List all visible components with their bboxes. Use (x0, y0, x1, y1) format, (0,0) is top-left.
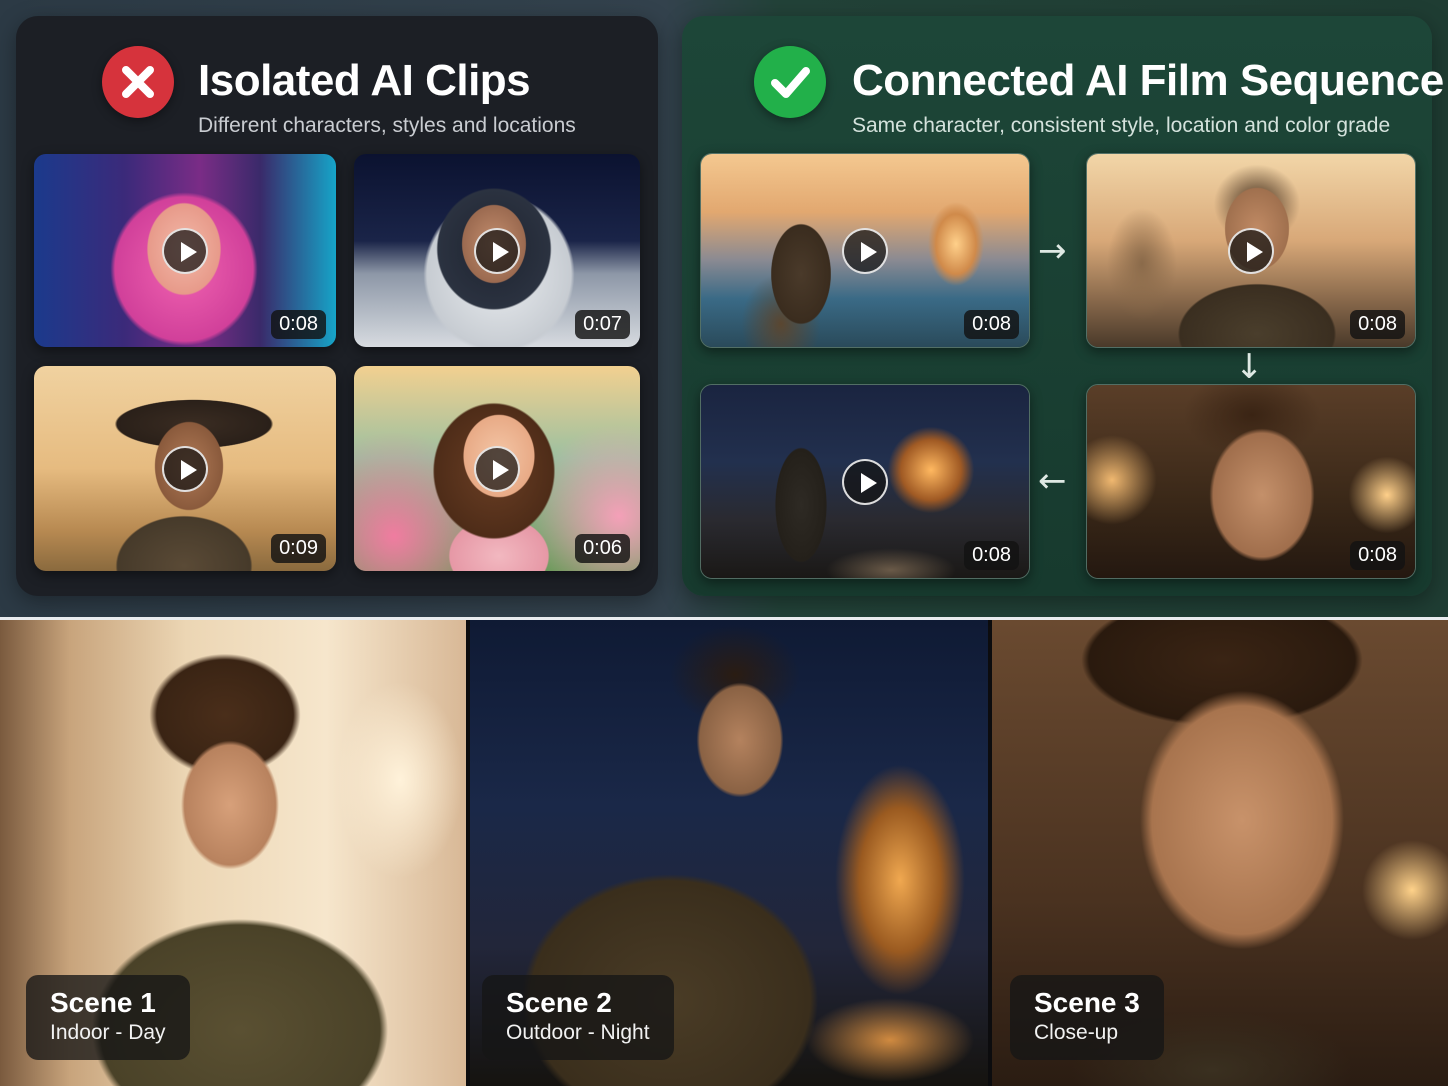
clip-thumbnail[interactable]: 0:08 (34, 154, 336, 347)
clip-thumbnail[interactable]: 0:08 (700, 384, 1030, 579)
arrow-left-icon: ← (1038, 461, 1067, 501)
isolated-clips-panel: Isolated AI Clips Different characters, … (16, 16, 658, 596)
clip-thumbnail[interactable]: 0:08 (1086, 153, 1416, 348)
scene-subtitle: Outdoor - Night (506, 1020, 650, 1044)
arrow-down-icon: ↓ (1235, 347, 1264, 387)
comparison-area: Isolated AI Clips Different characters, … (0, 0, 1448, 618)
panel-subtitle: Same character, consistent style, locati… (852, 114, 1391, 137)
scene-label: Scene 3 Close-up (1010, 974, 1164, 1060)
scene-panel: Scene 1 Indoor - Day (0, 620, 466, 1086)
clip-thumbnail[interactable]: 0:08 (1086, 384, 1416, 579)
clip-duration: 0:08 (271, 310, 326, 339)
clip-thumbnail[interactable]: 0:08 (700, 153, 1030, 348)
x-icon (102, 46, 174, 118)
clip-thumbnail[interactable]: 0:09 (34, 366, 336, 571)
play-button[interactable] (1228, 227, 1274, 274)
play-button[interactable] (162, 227, 208, 274)
clip-duration: 0:08 (1350, 310, 1405, 339)
play-button[interactable] (162, 445, 208, 492)
arrow-right-icon: → (1038, 231, 1067, 271)
clip-duration: 0:07 (575, 310, 630, 339)
scene-title: Scene 1 (50, 986, 156, 1018)
clip-duration: 0:08 (964, 310, 1019, 339)
panel-title: Connected AI Film Sequence (852, 56, 1444, 105)
play-button[interactable] (842, 227, 888, 274)
clip-thumbnail[interactable]: 0:07 (354, 154, 640, 347)
scene-subtitle: Close-up (1034, 1020, 1119, 1044)
scene-panel: Scene 3 Close-up (992, 620, 1448, 1086)
play-button[interactable] (474, 227, 520, 274)
scene-title: Scene 2 (506, 986, 612, 1018)
panel-subtitle: Different characters, styles and locatio… (198, 114, 576, 137)
clip-duration: 0:08 (1350, 541, 1405, 570)
play-button[interactable] (842, 458, 888, 505)
clip-duration: 0:09 (271, 534, 326, 563)
clip-thumbnail[interactable]: 0:06 (354, 366, 640, 571)
scene-panel: Scene 2 Outdoor - Night (470, 620, 988, 1086)
scene-title: Scene 3 (1034, 986, 1140, 1018)
scene-subtitle: Indoor - Day (50, 1020, 166, 1044)
clip-duration: 0:08 (964, 541, 1019, 570)
scene-label: Scene 2 Outdoor - Night (482, 974, 674, 1060)
connected-sequence-panel: Connected AI Film Sequence Same characte… (682, 16, 1444, 596)
clip-duration: 0:06 (575, 534, 630, 563)
play-button[interactable] (474, 445, 520, 492)
scene-label: Scene 1 Indoor - Day (26, 974, 190, 1060)
check-icon (754, 46, 826, 118)
panel-title: Isolated AI Clips (198, 56, 531, 105)
